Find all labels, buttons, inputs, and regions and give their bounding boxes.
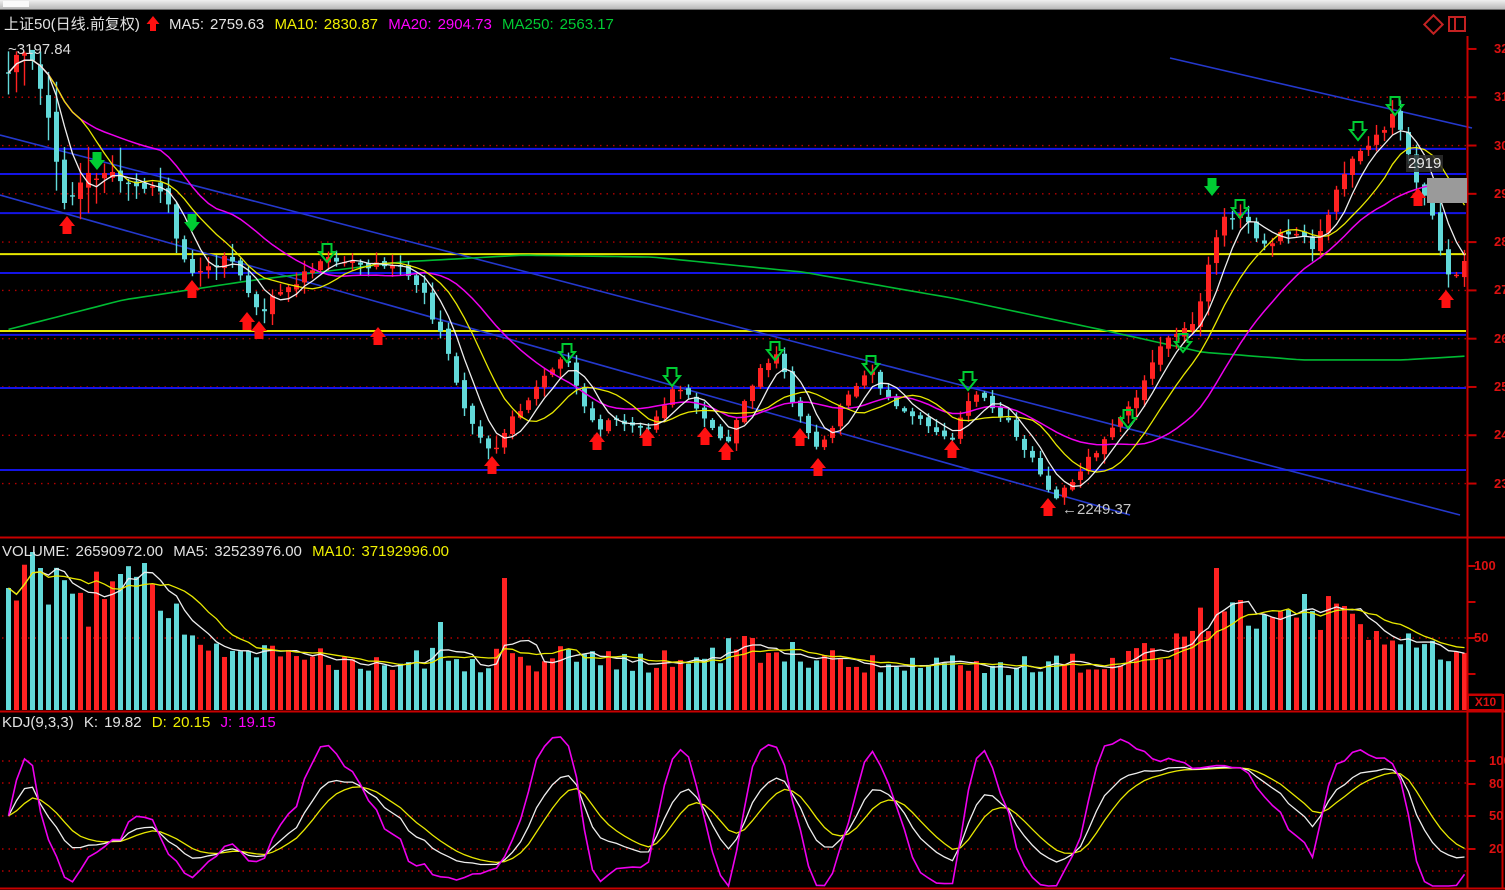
ma250-label: MA250: [502,16,554,33]
axis-label: 50 [1489,808,1503,823]
sell-arrow-hollow-icon [863,356,879,374]
ma10-value: 2830.87 [324,16,378,33]
d-label: D: [152,714,167,731]
sell-arrow-hollow-icon [1350,122,1366,140]
buy-arrow-icon [59,216,75,234]
buy-arrow-icon [639,428,655,446]
buy-arrow-icon [718,442,734,460]
buy-arrow-icon [810,458,826,476]
ma20-label: MA20: [388,16,431,33]
split-window-icon[interactable] [1448,16,1466,32]
symbol-title: 上证50(日线.前复权) [4,16,140,33]
volume-header: VOLUME: 26590972.00 MA5: 32523976.00 MA10:… [2,543,455,560]
axis-label: 20 [1489,841,1503,856]
buy-arrow-icon [944,440,960,458]
axis-label: 100 [1474,558,1496,573]
buy-arrow-icon [792,428,808,446]
kdj-label: KDJ(9,3,3) [2,714,74,731]
ma10-label: MA10: [274,16,317,33]
ma20-value: 2904.73 [438,16,492,33]
axis-label: 2600 [1494,331,1505,346]
axis-label: 3000 [1494,138,1505,153]
volume-unit-label: X10 [1467,694,1504,711]
buy-arrow-icon [484,456,500,474]
buy-arrow-icon [1040,498,1056,516]
k-label: K: [84,714,98,731]
ma5-value: 2759.63 [210,16,264,33]
vol-ma10-label: MA10: [312,543,355,560]
axis-label: 2700 [1494,282,1505,297]
sell-arrow-icon [89,152,105,170]
buy-arrow-icon [184,280,200,298]
ma250-value: 2563.17 [560,16,614,33]
sell-arrow-icon [184,214,200,232]
j-value: 19.15 [238,714,276,731]
axis-label: 2900 [1494,186,1505,201]
axis-label: 2800 [1494,234,1505,249]
buy-arrow-icon [1438,290,1454,308]
axis-label: 50 [1474,630,1488,645]
volume-value: 26590972.00 [76,543,164,560]
vol-ma5-value: 32523976.00 [214,543,302,560]
axis-label: 3200 [1494,41,1505,56]
vol-ma5-label: MA5: [173,543,208,560]
stock-chart-app: 上证50(日线.前复权) MA5: 2759.63 MA10: 2830.87 MA… [0,0,1505,890]
up-arrow-icon [146,15,160,32]
chart-canvas [0,0,1505,890]
axis-label: 2500 [1494,379,1505,394]
axis-label: 3100 [1494,89,1505,104]
buy-arrow-icon [239,312,255,330]
buy-arrow-icon [697,427,713,445]
d-value: 20.15 [173,714,211,731]
volume-label: VOLUME: [2,543,70,560]
last-price-tag-box [1427,178,1467,203]
axis-label: 100 [1489,753,1505,768]
buy-arrow-icon [370,327,386,345]
kdj-header: KDJ(9,3,3) K: 19.82 D: 20.15 J: 19.15 [2,714,282,731]
j-label: J: [221,714,233,731]
period-high-label: ~3197.84 [8,41,71,58]
buy-arrow-icon [589,432,605,450]
split-window-icon-bar [1454,18,1456,30]
axis-label: 2400 [1494,427,1505,442]
ma5-label: MA5: [169,16,204,33]
buy-arrow-icon [251,321,267,339]
period-low-label: ←2249.37 [1062,501,1131,518]
last-price-tag: 2919 [1406,155,1443,172]
main-chart-header: 上证50(日线.前复权) MA5: 2759.63 MA10: 2830.87 MA… [4,13,620,34]
axis-label: 80 [1489,776,1503,791]
vol-ma10-value: 37192996.00 [361,543,449,560]
k-value: 19.82 [104,714,142,731]
axis-label: 2300 [1494,476,1505,491]
